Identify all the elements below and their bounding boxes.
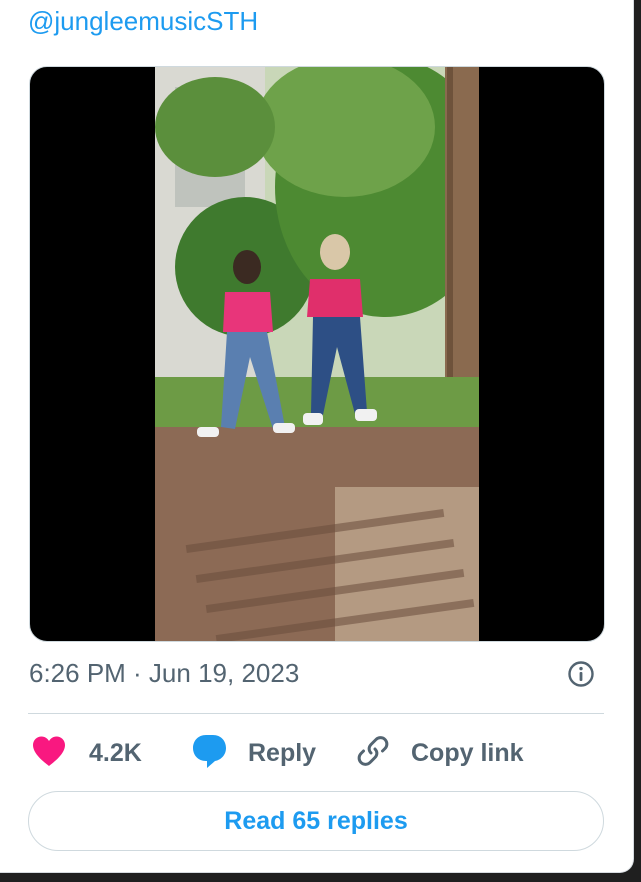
heart-icon	[31, 735, 67, 772]
author-handle-link[interactable]: @jungleemusicSTH	[28, 6, 258, 37]
reply-button[interactable]: Reply	[191, 732, 316, 774]
info-icon[interactable]	[567, 660, 595, 688]
tweet-timestamp[interactable]: 6:26 PM · Jun 19, 2023	[29, 658, 299, 689]
video-thumbnail	[155, 67, 479, 641]
reply-label: Reply	[248, 738, 317, 767]
reply-bubble-icon	[191, 733, 228, 774]
link-icon	[355, 733, 391, 774]
like-button[interactable]: 4.2K	[31, 732, 142, 774]
copy-link-button[interactable]: Copy link	[355, 732, 524, 774]
video-player[interactable]	[29, 66, 605, 642]
copy-link-label: Copy link	[411, 738, 524, 767]
read-replies-button[interactable]: Read 65 replies	[28, 791, 604, 851]
tweet-card: @jungleemusicSTH 6:26 PM · Jun 19, 2023 …	[0, 0, 634, 873]
divider	[28, 713, 604, 714]
like-count: 4.2K	[89, 738, 142, 767]
